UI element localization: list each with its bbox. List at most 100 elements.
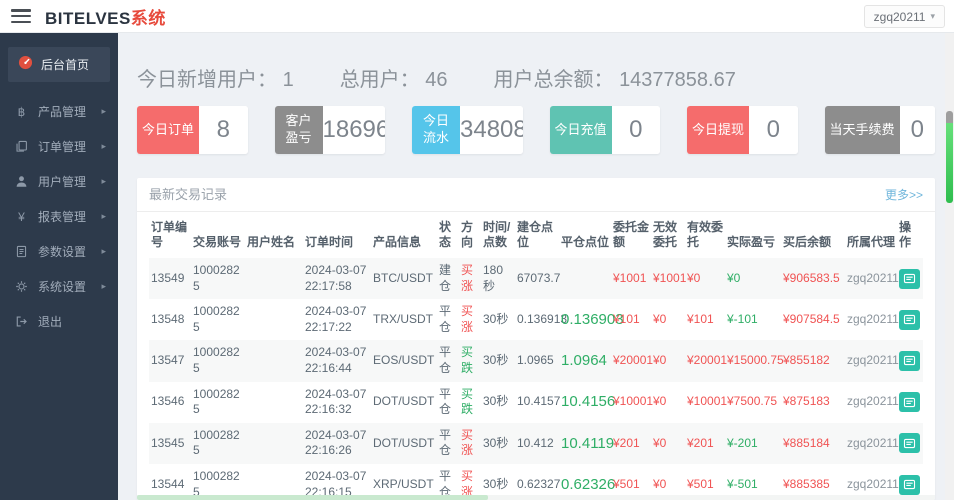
- row-detail-button[interactable]: [899, 433, 920, 454]
- row-detail-button[interactable]: [899, 309, 920, 330]
- cell-direction: 买涨: [459, 258, 481, 300]
- stat-card-value: 8: [199, 106, 248, 154]
- logout-icon: [14, 315, 29, 328]
- cell-actual-pnl: ¥15000.75: [725, 340, 784, 382]
- cell-close-price: 10.4119: [559, 422, 614, 464]
- cell-agent: zgq20211: [847, 394, 899, 409]
- cell-entrust-amount: ¥1001: [611, 258, 651, 300]
- stat-card-label: 今日订单: [137, 106, 200, 154]
- stat-card-today-orders: 今日订单 8: [137, 106, 248, 154]
- cell-open-price: 67073.7: [515, 258, 560, 300]
- cell-open-price: 10.412: [515, 422, 559, 464]
- sidebar-item-home[interactable]: 后台首页: [8, 47, 110, 82]
- cell-order-time: 2024-03-07 22:16:32: [305, 386, 367, 417]
- cell-actual-pnl: ¥0: [725, 258, 781, 300]
- cell-period: 30秒: [483, 394, 509, 409]
- stat-card-label: 今日流水: [412, 106, 460, 154]
- summary-new-users: 今日新增用户： 1: [137, 69, 294, 91]
- cell-balance-after: ¥875183: [783, 394, 830, 409]
- chevron-right-icon: ▸: [101, 106, 106, 116]
- summary-stats: 今日新增用户： 1 总用户： 46 用户总余额： 14377858.67: [137, 63, 935, 92]
- col-account: 交易账号: [193, 235, 242, 249]
- sidebar-item-orders[interactable]: 订单管理 ▸: [0, 129, 118, 164]
- stat-card-value: 34808: [460, 106, 523, 154]
- horizontal-scrollbar[interactable]: [137, 495, 935, 500]
- row-detail-button[interactable]: [899, 268, 920, 289]
- cell-order-time: 2024-03-07 22:17:22: [305, 304, 367, 334]
- table-row: 13545 10002825 2024-03-07 22:16:26 DOT/U…: [149, 422, 923, 464]
- sidebar-item-logout[interactable]: 退出: [0, 304, 118, 339]
- horizontal-scrollbar-thumb[interactable]: [137, 495, 489, 500]
- cell-valid-entrust: ¥10001: [687, 394, 728, 409]
- sidebar-item-params[interactable]: 参数设置 ▸: [0, 234, 118, 269]
- cell-agent: zgq20211: [845, 422, 899, 464]
- cell-agent: zgq20211: [845, 340, 899, 382]
- sidebar-item-products[interactable]: ฿ 产品管理 ▸: [0, 94, 118, 129]
- panel-title: 最新交易记录: [149, 187, 228, 202]
- cell-status: 平仓: [437, 422, 459, 464]
- detail-icon: [903, 479, 916, 490]
- cell-period: 180秒: [481, 258, 515, 300]
- sidebar-item-system[interactable]: 系统设置 ▸: [0, 269, 118, 304]
- cell-status: 平仓: [439, 304, 452, 334]
- cell-order-time: 2024-03-07 22:17:58: [303, 258, 371, 300]
- cell-open-price: 1.0965: [515, 340, 559, 382]
- cell-actual-pnl: ¥7500.75: [727, 394, 778, 409]
- summary-total-users: 总用户： 46: [339, 69, 448, 91]
- cell-actions: [897, 258, 923, 300]
- col-status: 状态: [439, 220, 452, 249]
- bitcoin-icon: ฿: [17, 104, 26, 119]
- cell-product: EOS/USDT: [371, 340, 437, 382]
- cell-close-price: 0.136903: [561, 311, 624, 329]
- sidebar: 后台首页 ฿ 产品管理 ▸ 订单管理 ▸ 用户管理 ▸ ¥ 报表管理 ▸ 参数设…: [0, 33, 118, 500]
- cell-user-name: [245, 422, 303, 464]
- user-dropdown[interactable]: zgq20211 ▾: [863, 5, 945, 28]
- cell-product: BTC/USDT: [371, 258, 437, 300]
- cell-user-name: [245, 258, 303, 300]
- col-product: 产品信息: [373, 235, 422, 249]
- stat-card-value: 0: [749, 106, 798, 154]
- sidebar-item-reports[interactable]: ¥ 报表管理 ▸: [0, 199, 118, 234]
- cell-order-time: 2024-03-07 22:16:26: [303, 422, 371, 464]
- stat-card-value: 18696.5: [322, 106, 385, 154]
- vertical-scrollbar[interactable]: [945, 33, 954, 500]
- app-title-en: BITELVES: [45, 8, 131, 28]
- cell-user-name: [245, 340, 303, 382]
- sidebar-item-users[interactable]: 用户管理 ▸: [0, 164, 118, 199]
- detail-icon: [903, 438, 916, 448]
- col-actual-pnl: 实际盈亏: [727, 235, 776, 249]
- cell-actions: [897, 382, 923, 423]
- hamburger-icon[interactable]: [11, 9, 31, 23]
- cell-actions: [897, 340, 923, 382]
- panel-header: 最新交易记录 更多>>: [137, 178, 935, 212]
- row-detail-button[interactable]: [899, 350, 920, 371]
- cell-balance-after: ¥906583.5: [781, 258, 845, 300]
- more-link[interactable]: 更多>>: [885, 178, 923, 211]
- cell-agent: zgq20211: [847, 311, 899, 326]
- top-bar: BITELVES系统 zgq20211 ▾: [0, 0, 954, 33]
- col-balance-after: 买后余额: [783, 235, 832, 249]
- row-detail-button[interactable]: [899, 392, 920, 413]
- params-icon: [14, 245, 29, 258]
- sidebar-item-label: 产品管理: [38, 105, 87, 119]
- cell-actions: [897, 422, 923, 464]
- sidebar-item-label: 用户管理: [38, 175, 87, 189]
- cell-open-price: 10.4157: [517, 394, 561, 409]
- row-detail-button[interactable]: [899, 474, 920, 495]
- user-icon: [14, 175, 29, 188]
- cell-direction: 买涨: [461, 304, 474, 334]
- table-row: 13546 10002825 2024-03-07 22:16:32 DOT/U…: [149, 382, 923, 423]
- col-actions: 操作: [899, 220, 912, 249]
- vertical-scrollbar-thumb[interactable]: [946, 111, 953, 203]
- latest-trades-panel: 最新交易记录 更多>> 订单编号 交易账号 用户姓名 订单时间 产品信息 状态: [137, 178, 935, 500]
- caret-down-icon: ▾: [930, 11, 935, 21]
- main-content: 今日新增用户： 1 总用户： 46 用户总余额： 14377858.67 今日订…: [118, 33, 954, 500]
- app-title: BITELVES系统: [45, 4, 166, 29]
- chevron-right-icon: ▸: [101, 246, 106, 256]
- cell-agent: zgq20211: [845, 258, 899, 300]
- cell-direction: 买涨: [459, 422, 481, 464]
- table-row: 13548 10002825 2024-03-07 22:17:22 TRX/U…: [149, 299, 923, 340]
- cell-order-id: 13545: [149, 422, 191, 464]
- chevron-right-icon: ▸: [101, 141, 106, 151]
- cell-actual-pnl: ¥-101: [727, 311, 758, 326]
